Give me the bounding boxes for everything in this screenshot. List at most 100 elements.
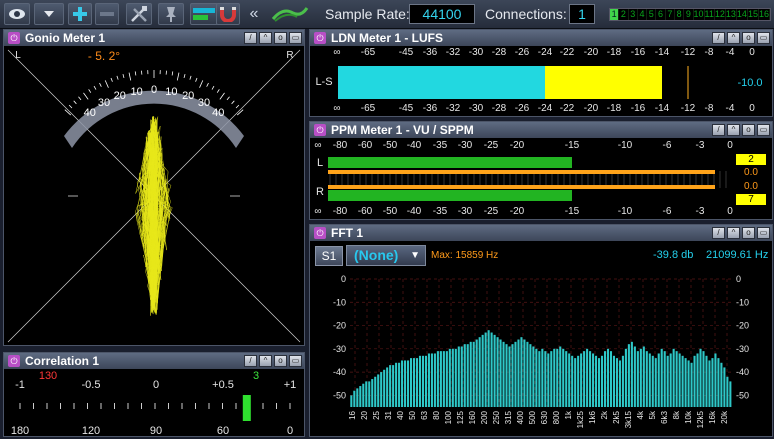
edit-icon[interactable]: / <box>712 227 725 239</box>
fft-bar <box>362 383 365 407</box>
power-icon[interactable]: ⏻ <box>8 355 20 367</box>
connection-cell[interactable]: 14 <box>737 9 748 20</box>
fft-x-label: 20 <box>360 410 369 419</box>
fft-bar <box>618 360 621 407</box>
fft-bar <box>568 353 571 407</box>
connection-cell[interactable]: 2 <box>619 9 629 20</box>
connection-cell[interactable]: 6 <box>656 9 666 20</box>
fft-bar <box>448 348 451 407</box>
fft-x-label: 630 <box>540 410 549 424</box>
fft-x-label: 1k25 <box>576 410 585 428</box>
fft-bar <box>621 355 624 407</box>
fft-x-label: 25 <box>372 410 381 419</box>
window-icon[interactable]: ▭ <box>289 32 302 44</box>
fft-bar <box>657 353 660 407</box>
connection-cell[interactable]: 3 <box>629 9 638 20</box>
fft-bar <box>502 341 505 407</box>
fft-bar <box>517 339 520 407</box>
window-icon[interactable]: ▭ <box>757 227 770 239</box>
fft-bar <box>487 330 490 407</box>
fft-x-label: 500 <box>528 410 537 424</box>
fft-bar <box>595 355 598 407</box>
view-icon[interactable]: o <box>274 32 287 44</box>
connection-cell[interactable]: 1 <box>610 9 620 20</box>
fft-bar <box>571 355 574 407</box>
fft-bar <box>377 374 380 407</box>
fft-y-label: -10 <box>736 297 749 307</box>
gonio-scale-label: 20 <box>182 90 195 103</box>
fft-bar <box>454 348 457 407</box>
link-icon[interactable] <box>268 3 310 25</box>
fft-bar <box>681 355 684 407</box>
fft-bar <box>523 339 526 407</box>
connections-field[interactable]: 1 <box>569 4 595 24</box>
connection-cell[interactable]: 8 <box>675 9 685 20</box>
connection-cell[interactable]: 10 <box>694 9 705 20</box>
connection-cell[interactable]: 15 <box>748 9 759 20</box>
pin-icon[interactable] <box>158 3 184 25</box>
collapse-up-icon[interactable]: ^ <box>727 227 740 239</box>
fft-db-readout: -39.8 db <box>653 249 694 261</box>
correlation-bottom-label: 120 <box>81 425 101 437</box>
power-icon[interactable]: ⏻ <box>8 32 20 44</box>
ldn-display <box>338 66 689 99</box>
fft-bar <box>386 367 389 407</box>
magnet-icon[interactable] <box>216 3 240 25</box>
tools-icon[interactable] <box>126 3 152 25</box>
fft-bar <box>404 360 407 407</box>
fft-bar <box>693 355 696 407</box>
meter-icon[interactable] <box>190 3 218 25</box>
fft-bar <box>421 355 425 407</box>
connection-cell[interactable]: 13 <box>726 9 737 20</box>
connection-cell[interactable]: 16 <box>759 9 770 20</box>
collapse-up-icon[interactable]: ^ <box>259 32 272 44</box>
source-button[interactable]: S1 <box>315 246 343 266</box>
fft-x-label: 1k <box>564 410 573 419</box>
connection-cell[interactable]: 4 <box>638 9 648 20</box>
view-icon[interactable]: o <box>274 355 287 367</box>
fft-bar <box>430 353 433 407</box>
fft-bar <box>660 348 663 407</box>
connection-cell[interactable]: 12 <box>715 9 726 20</box>
gonio-scale-label: 40 <box>212 107 225 120</box>
fft-bar <box>726 376 729 407</box>
vu-right-bar <box>328 185 715 189</box>
power-icon[interactable]: ⏻ <box>314 227 326 239</box>
edit-icon[interactable]: / <box>244 355 257 367</box>
connection-cell[interactable]: 9 <box>684 9 694 20</box>
fft-bar <box>666 355 669 407</box>
ldn-meter-panel: ⏻ LDN Meter 1 - LUFS / ^ o ▭ ∞ -65 -45 -36-… <box>309 29 773 117</box>
window-icon[interactable]: ▭ <box>289 355 302 367</box>
connection-cell[interactable]: 7 <box>666 9 675 20</box>
correlation-left-value: 130 <box>38 370 58 382</box>
gonio-angle-readout: - 5. 2° <box>87 49 121 63</box>
fft-bar <box>600 355 604 407</box>
fft-bar <box>466 344 469 407</box>
sample-rate-field[interactable]: 44100 <box>409 4 475 24</box>
eye-icon[interactable] <box>4 3 30 25</box>
toolbar: « Sample Rate: 44100 Connections: 1 1234… <box>0 0 774 29</box>
collapse-icon[interactable]: « <box>244 3 264 25</box>
fft-bar <box>645 351 648 407</box>
ppm-left-bar <box>328 157 572 168</box>
remove-icon[interactable] <box>95 3 119 25</box>
fft-bar <box>538 351 541 407</box>
fft-x-label: 50 <box>408 410 417 419</box>
fft-bar <box>583 351 586 407</box>
source-selector[interactable]: (None) ▼ <box>346 245 426 266</box>
edit-icon[interactable]: / <box>244 32 257 44</box>
view-icon[interactable]: o <box>742 227 755 239</box>
collapse-up-icon[interactable]: ^ <box>259 355 272 367</box>
correlation-indicator <box>242 395 251 421</box>
fft-bar <box>505 344 508 407</box>
add-icon[interactable] <box>68 3 92 25</box>
fft-x-label: 16 <box>348 410 357 419</box>
connection-strip[interactable]: 1 2 3 4 5 6 7 8 9 10 11 12 13 14 15 16 <box>609 8 771 21</box>
connection-cell[interactable]: 5 <box>647 9 657 20</box>
gonio-scale-label: 30 <box>197 97 211 110</box>
fft-x-label: 31 <box>384 410 393 419</box>
gonio-scale-label: 10 <box>165 85 178 98</box>
connection-cell[interactable]: 11 <box>705 9 715 20</box>
dropdown-icon[interactable] <box>34 3 64 25</box>
fft-x-label: 2k <box>600 410 609 419</box>
